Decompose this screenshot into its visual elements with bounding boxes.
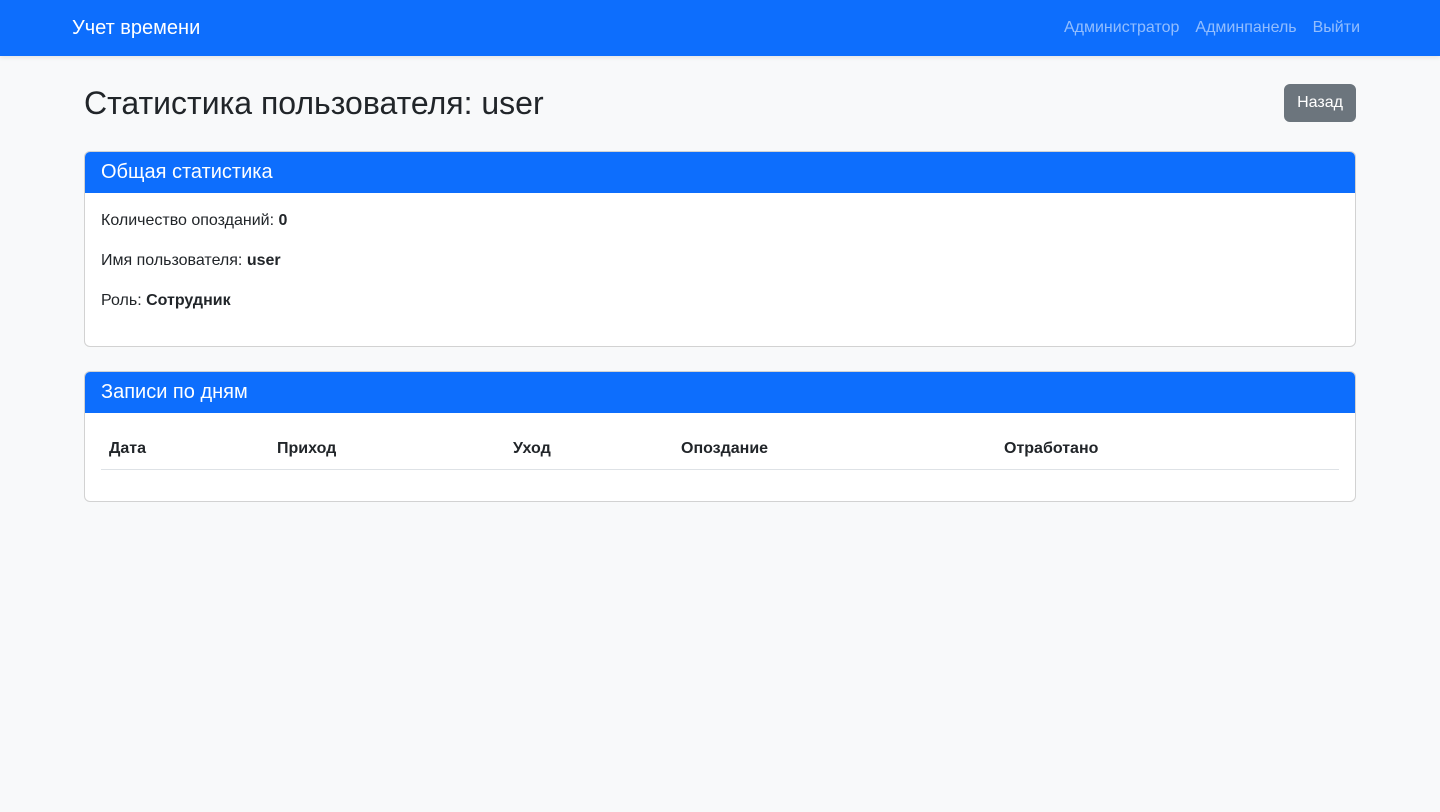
role-line: Роль: Сотрудник (101, 289, 1339, 313)
top-navbar: Учет времени Администратор Админпанель В… (0, 0, 1440, 56)
back-button[interactable]: Назад (1284, 84, 1356, 122)
page-header: Статистика пользователя: user Назад (84, 56, 1356, 122)
daily-records-card: Записи по дням Дата Приход Уход Опоздани… (84, 371, 1356, 503)
column-header-worked: Отработано (996, 429, 1339, 470)
column-header-arrival: Приход (269, 429, 505, 470)
role-value: Сотрудник (146, 292, 231, 310)
column-header-date: Дата (101, 429, 269, 470)
username-value: user (246, 252, 281, 270)
column-header-departure: Уход (505, 429, 673, 470)
late-count-label: Количество опозданий: (101, 212, 275, 230)
nav-link-administrator[interactable]: Администратор (1064, 19, 1179, 37)
column-header-lateness: Опоздание (673, 429, 996, 470)
role-label: Роль: (101, 292, 142, 310)
nav-link-logout[interactable]: Выйти (1313, 19, 1360, 37)
general-stats-header: Общая статистика (85, 152, 1355, 194)
table-header-row: Дата Приход Уход Опоздание Отработано (101, 429, 1339, 470)
daily-records-body: Дата Приход Уход Опоздание Отработано (85, 413, 1355, 501)
general-stats-card: Общая статистика Количество опозданий: 0… (84, 151, 1356, 348)
navbar-links: Администратор Админпанель Выйти (1064, 19, 1360, 37)
username-label: Имя пользователя: (101, 252, 243, 270)
late-count-line: Количество опозданий: 0 (101, 209, 1339, 233)
general-stats-body: Количество опозданий: 0 Имя пользователя… (85, 193, 1355, 346)
username-line: Имя пользователя: user (101, 249, 1339, 273)
nav-link-admin-panel[interactable]: Админпанель (1195, 19, 1296, 37)
navbar-brand[interactable]: Учет времени (72, 17, 200, 40)
late-count-value: 0 (278, 212, 288, 230)
daily-records-table: Дата Приход Уход Опоздание Отработано (101, 429, 1339, 470)
page-title: Статистика пользователя: user (84, 85, 544, 121)
main-container: Статистика пользователя: user Назад Обща… (0, 56, 1440, 503)
daily-records-header: Записи по дням (85, 372, 1355, 414)
